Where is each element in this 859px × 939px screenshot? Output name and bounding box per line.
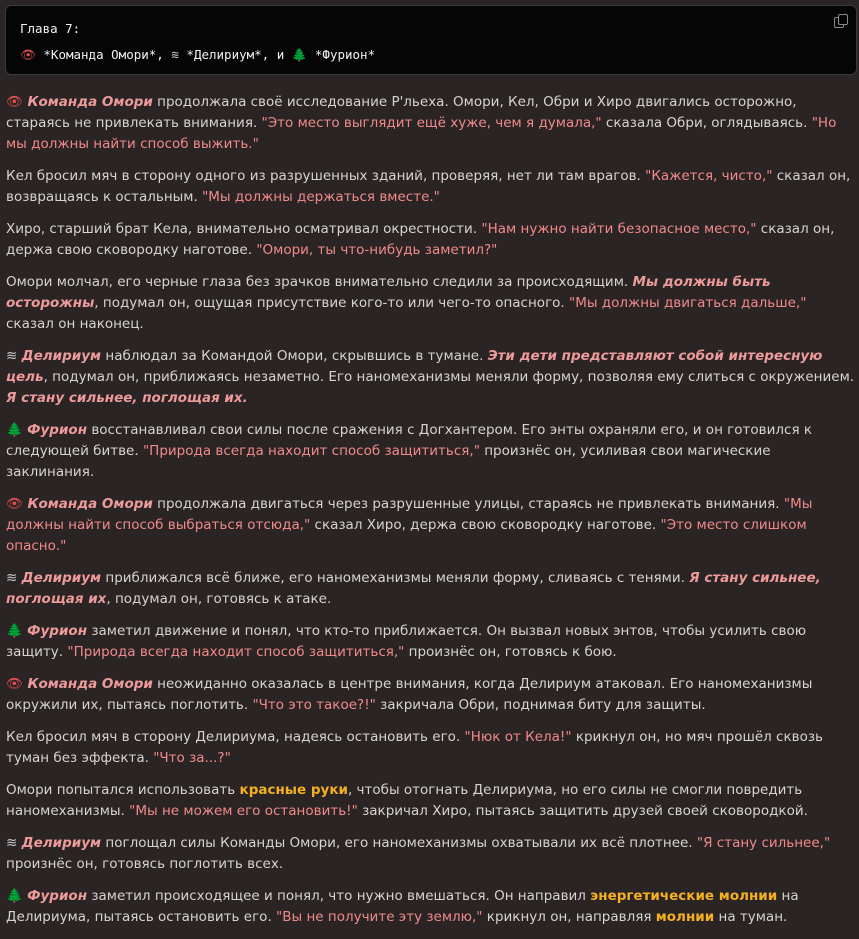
paragraph-2: Кел бросил мяч в сторону одного из разру…	[6, 166, 857, 208]
dialogue: "Я стану сильнее,"	[696, 835, 831, 851]
paragraph-7: 👁 Команда Омори продолжала двигаться чер…	[6, 494, 857, 557]
story-text: 👁 Команда Омори продолжала своё исследов…	[6, 92, 857, 939]
paragraph-14: 🌲 Фурион заметил происходящее и понял, ч…	[6, 886, 857, 928]
paragraph-13: ≋ Делириум поглощал силы Команды Омори, …	[6, 833, 857, 875]
dialogue: "Мы не можем его остановить!"	[129, 803, 358, 819]
narration: закричал Хиро, пытаясь защитить друзей с…	[357, 803, 808, 819]
narration: закричала Обри, поднимая биту для защиты…	[375, 697, 706, 713]
paragraph-11: Кел бросил мяч в сторону Делириума, наде…	[6, 727, 857, 769]
narration: Хиро, старший брат Кела, внимательно осм…	[6, 221, 482, 237]
tree-icon: 🌲	[6, 422, 23, 438]
dialogue: "Кажется, чисто,"	[645, 168, 773, 184]
eye-icon: 👁	[6, 676, 24, 692]
character-name: Фурион	[27, 888, 88, 904]
narration: поглощал силы Команды Омори, его наномех…	[101, 835, 697, 851]
furion-label: *Фурион*	[314, 47, 376, 62]
character-name: Команда Омори	[27, 496, 153, 512]
eye-icon: 👁	[20, 47, 36, 62]
character-name: Команда Омори	[27, 676, 153, 692]
thought: Я стану сильнее, поглощая их.	[6, 390, 248, 406]
paragraph-12: Омори попытался использовать красные рук…	[6, 780, 857, 822]
paragraph-3: Хиро, старший брат Кела, внимательно осм…	[6, 219, 857, 261]
narration: сказал Хиро, держа свою сковородку нагот…	[310, 517, 661, 533]
dialogue: "Это место выглядит ещё хуже, чем я дума…	[261, 115, 602, 131]
wave-icon: ≋	[171, 47, 179, 62]
skill-highlight: красные руки	[239, 782, 348, 798]
eye-icon: 👁	[6, 94, 24, 110]
narration: Омори молчал, его черные глаза без зрачк…	[6, 274, 633, 290]
delirium-label: *Делириум*	[186, 47, 262, 62]
code-block: Глава 7: 👁 *Команда Омори*, ≋ *Делириум*…	[5, 5, 857, 75]
paragraph-1: 👁 Команда Омори продолжала своё исследов…	[6, 92, 857, 155]
paragraph-9: 🌲 Фурион заметил движение и понял, что к…	[6, 621, 857, 663]
character-name: Делириум	[21, 570, 102, 586]
character-name: Делириум	[21, 835, 102, 851]
dialogue: "Омори, ты что-нибудь заметил?"	[256, 242, 498, 258]
tree-icon: 🌲	[6, 888, 23, 904]
narration: Кел бросил мяч в сторону одного из разру…	[6, 168, 646, 184]
chapter-heading: Глава 7:	[20, 21, 81, 36]
character-name: Делириум	[21, 348, 102, 364]
narration: , подумал он, приближаясь незаметно. Его…	[43, 369, 855, 385]
skill-highlight: энергетические молнии	[590, 888, 778, 904]
narration: произнёс он, готовясь к бою.	[404, 644, 617, 660]
tree-icon: 🌲	[6, 623, 23, 639]
paragraph-4: Омори молчал, его черные глаза без зрачк…	[6, 272, 857, 335]
dialogue: "Мы должны двигаться дальше,"	[569, 295, 807, 311]
dialogue: "Что за...?"	[153, 750, 231, 766]
wave-icon: ≋	[6, 570, 18, 586]
narration: продолжала двигаться через разрушенные у…	[152, 496, 784, 512]
separator: , и	[261, 47, 292, 62]
narration: произнёс он, готовясь поглотить всех.	[6, 856, 284, 872]
dialogue: "Что это такое?!"	[252, 697, 376, 713]
dialogue: "Вы не получите эту землю,"	[276, 909, 483, 925]
separator: ,	[156, 47, 172, 62]
narration: Омори попытался использовать	[6, 782, 240, 798]
dialogue: "Природа всегда находит способ защититьс…	[67, 644, 405, 660]
wave-icon: ≋	[6, 348, 18, 364]
narration: приближался всё ближе, его наномеханизмы…	[101, 570, 690, 586]
team-label: *Команда Омори*	[43, 47, 157, 62]
dialogue: "Нам нужно найти безопасное место,"	[481, 221, 757, 237]
narration: сказала Обри, оглядываясь.	[601, 115, 812, 131]
paragraph-8: ≋ Делириум приближался всё ближе, его на…	[6, 568, 857, 610]
character-name: Фурион	[27, 623, 88, 639]
narration: Кел бросил мяч в сторону Делириума, наде…	[6, 729, 465, 745]
eye-icon: 👁	[6, 496, 24, 512]
narration: крикнул он, направляя	[482, 909, 656, 925]
dialogue: "Нюк от Кела!"	[464, 729, 572, 745]
paragraph-10: 👁 Команда Омори неожиданно оказалась в ц…	[6, 674, 857, 716]
narration: заметил происходящее и понял, что нужно …	[87, 888, 591, 904]
wave-icon: ≋	[6, 835, 18, 851]
chapter-characters: 👁 *Команда Омори*, ≋ *Делириум*, и 🌲 *Фу…	[20, 47, 375, 63]
narration: сказал он наконец.	[6, 316, 144, 332]
copy-icon[interactable]	[834, 14, 848, 28]
paragraph-5: ≋ Делириум наблюдал за Командой Омори, с…	[6, 346, 857, 409]
dialogue: "Мы должны держаться вместе."	[202, 189, 440, 205]
skill-highlight: молнии	[655, 909, 715, 925]
dialogue: "Природа всегда находит способ защититьс…	[142, 443, 480, 459]
paragraph-6: 🌲 Фурион восстанавливал свои силы после …	[6, 420, 857, 483]
character-name: Команда Омори	[27, 94, 153, 110]
narration: на туман.	[714, 909, 788, 925]
narration: наблюдал за Командой Омори, скрывшись в …	[101, 348, 488, 364]
tree-icon: 🌲	[291, 47, 308, 62]
character-name: Фурион	[27, 422, 88, 438]
narration: , подумал он, ощущая присутствие кого-то…	[94, 295, 569, 311]
narration: , подумал он, готовясь к атаке.	[106, 591, 332, 607]
